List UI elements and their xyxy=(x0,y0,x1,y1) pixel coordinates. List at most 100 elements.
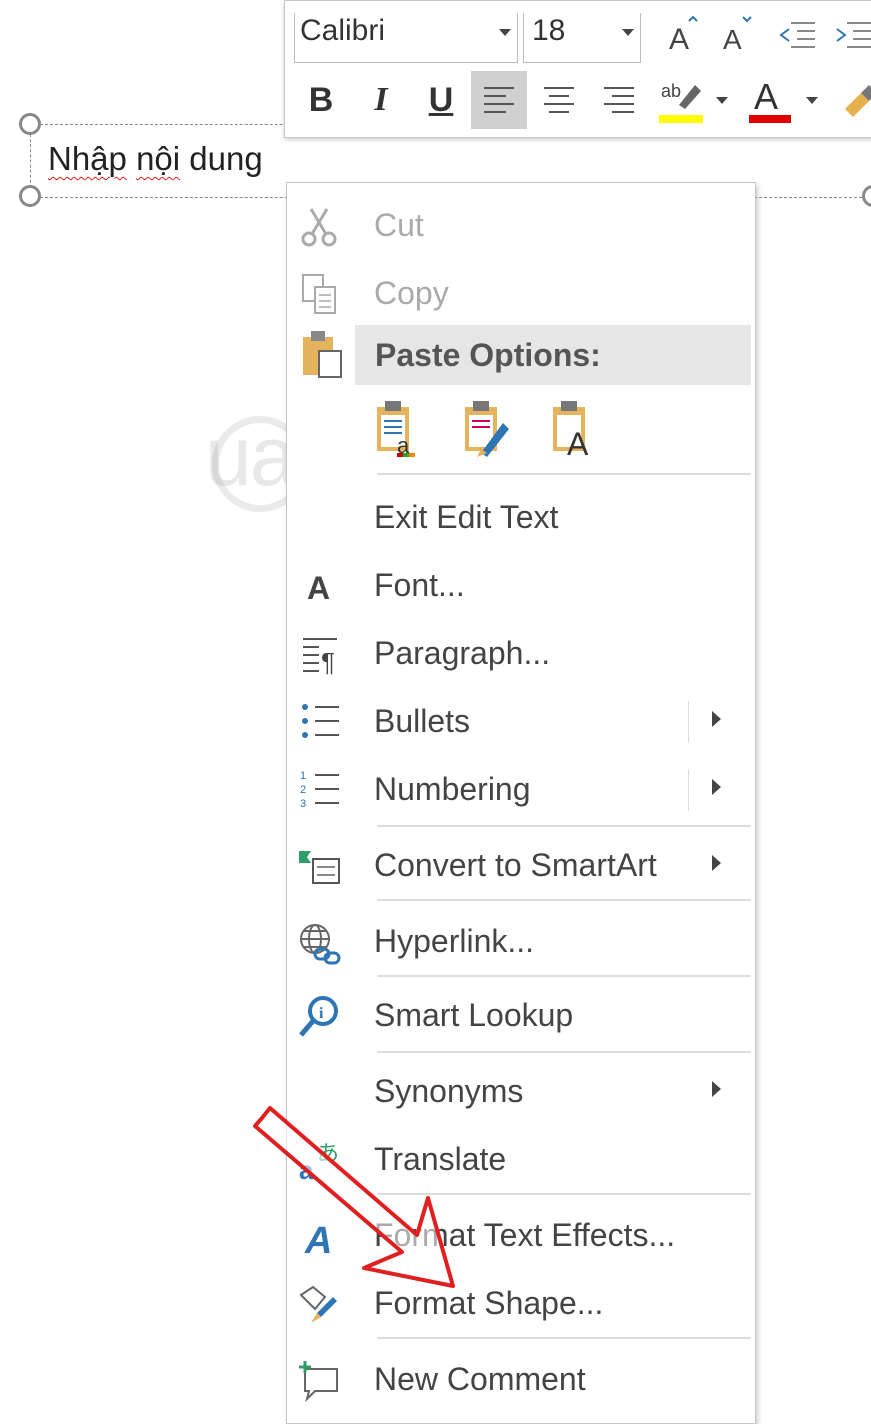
svg-text:3: 3 xyxy=(300,798,306,810)
magnifier-icon: i xyxy=(297,995,343,1039)
menu-separator xyxy=(377,1337,751,1339)
new-comment-icon xyxy=(297,1359,343,1403)
menu-item-label: Synonyms xyxy=(374,1073,524,1109)
menu-item-label: Numbering xyxy=(374,771,531,807)
align-right-button[interactable] xyxy=(591,71,647,129)
scissors-icon xyxy=(297,205,343,249)
menu-item-paragraph[interactable]: ¶ Paragraph... xyxy=(287,621,755,687)
menu-item-font[interactable]: A Font... xyxy=(287,553,755,619)
italic-button[interactable]: I xyxy=(353,71,409,129)
svg-text:2: 2 xyxy=(300,784,306,796)
resize-handle-bottom-right[interactable] xyxy=(862,185,871,207)
menu-item-copy[interactable]: Copy xyxy=(287,261,755,327)
highlight-color-button[interactable]: ab xyxy=(653,71,709,129)
smartart-icon xyxy=(297,845,343,889)
svg-text:A: A xyxy=(567,426,589,459)
menu-item-label: Format Text Effects... xyxy=(374,1217,676,1253)
submenu-arrow-icon[interactable] xyxy=(712,779,721,795)
svg-text:ab: ab xyxy=(661,81,681,101)
font-icon: A xyxy=(297,565,343,609)
chevron-down-icon xyxy=(622,29,634,36)
paste-keep-text-only-icon[interactable]: A xyxy=(547,399,603,462)
numbering-icon: 1 2 3 xyxy=(297,769,343,813)
decrease-indent-icon[interactable] xyxy=(777,15,817,55)
menu-item-label: Bullets xyxy=(374,703,471,739)
align-left-button[interactable] xyxy=(471,71,527,129)
paragraph-icon: ¶ xyxy=(297,633,343,677)
menu-item-new-comment[interactable]: New Comment xyxy=(287,1347,755,1413)
chevron-down-icon xyxy=(499,29,511,36)
menu-separator xyxy=(377,1051,751,1053)
translate-icon: aあ xyxy=(297,1139,343,1185)
menu-item-format-shape[interactable]: Format Shape... xyxy=(287,1271,755,1337)
shrink-font-icon[interactable]: A xyxy=(717,15,757,55)
svg-text:A: A xyxy=(304,1220,332,1259)
submenu-arrow-icon[interactable] xyxy=(712,711,721,727)
menu-item-format-text-effects[interactable]: A Format Text Effects... xyxy=(287,1203,755,1269)
menu-item-label: Hyperlink... xyxy=(374,923,535,959)
format-shape-icon xyxy=(297,1283,343,1327)
menu-item-bullets[interactable]: Bullets xyxy=(287,689,755,755)
menu-separator xyxy=(377,825,751,827)
svg-text:A: A xyxy=(723,24,742,55)
clipboard-icon xyxy=(299,329,345,379)
svg-text:¶: ¶ xyxy=(321,647,335,677)
submenu-arrow-icon[interactable] xyxy=(712,1081,721,1097)
resize-handle-bottom-left[interactable] xyxy=(19,185,41,207)
context-menu: Cut Copy Paste Options: a A Exit Edit Te… xyxy=(286,182,756,1424)
menu-item-label: Format Shape... xyxy=(374,1285,604,1321)
bullets-icon xyxy=(297,701,343,745)
paste-use-destination-theme-icon[interactable]: a xyxy=(371,399,427,459)
menu-separator xyxy=(377,1193,751,1195)
menu-item-label: Translate xyxy=(374,1141,507,1177)
font-color-button[interactable]: A xyxy=(741,71,797,129)
menu-item-numbering[interactable]: 1 2 3 Numbering xyxy=(287,757,755,823)
menu-item-hyperlink[interactable]: Hyperlink... xyxy=(287,909,755,975)
svg-text:A: A xyxy=(754,76,778,117)
menu-item-label: Convert to SmartArt xyxy=(374,847,657,883)
format-painter-icon[interactable] xyxy=(831,71,871,129)
svg-text:A: A xyxy=(307,570,330,606)
split-divider xyxy=(688,769,689,811)
increase-indent-icon[interactable] xyxy=(833,15,871,55)
menu-item-exit-edit-text[interactable]: Exit Edit Text xyxy=(287,485,755,551)
menu-item-label: Exit Edit Text xyxy=(374,499,559,535)
mini-toolbar: Calibri 18 A A B I U ab A xyxy=(284,0,871,138)
text-effects-icon: A xyxy=(297,1215,343,1262)
svg-text:A: A xyxy=(669,23,689,55)
menu-item-cut[interactable]: Cut xyxy=(287,193,755,259)
menu-item-smart-lookup[interactable]: i Smart Lookup xyxy=(287,983,755,1049)
menu-item-label: New Comment xyxy=(374,1361,586,1397)
svg-text:1: 1 xyxy=(300,770,306,782)
font-size-select[interactable]: 18 xyxy=(523,13,641,63)
align-center-button[interactable] xyxy=(531,71,587,129)
menu-item-label: Cut xyxy=(374,207,424,243)
split-divider xyxy=(688,701,689,743)
resize-handle-top-left[interactable] xyxy=(19,113,41,135)
menu-item-synonyms[interactable]: Synonyms xyxy=(287,1059,755,1125)
svg-text:a: a xyxy=(299,1155,314,1183)
menu-item-translate[interactable]: aあ Translate xyxy=(287,1127,755,1193)
menu-separator xyxy=(377,899,751,901)
grow-font-icon[interactable]: A xyxy=(663,15,703,56)
paste-options-label: Paste Options: xyxy=(375,337,601,373)
copy-icon xyxy=(297,273,343,317)
menu-item-label: Copy xyxy=(374,275,449,311)
menu-item-label: Paragraph... xyxy=(374,635,551,671)
menu-item-convert-smartart[interactable]: Convert to SmartArt xyxy=(287,833,755,899)
placeholder-text[interactable]: Nhập nội dung xyxy=(48,140,263,178)
svg-text:i: i xyxy=(319,1005,324,1022)
menu-item-label: Font... xyxy=(374,567,465,603)
svg-text:あ: あ xyxy=(317,1142,339,1167)
menu-separator xyxy=(377,473,751,475)
underline-button[interactable]: U xyxy=(413,71,469,129)
chevron-down-icon[interactable] xyxy=(806,97,818,104)
submenu-arrow-icon[interactable] xyxy=(712,855,721,871)
font-size-value: 18 xyxy=(532,14,566,47)
bold-button[interactable]: B xyxy=(293,71,349,129)
font-name-value: Calibri xyxy=(300,14,386,47)
chevron-down-icon[interactable] xyxy=(716,97,728,104)
paste-keep-source-formatting-icon[interactable] xyxy=(459,399,515,459)
hyperlink-globe-icon xyxy=(297,921,343,965)
font-name-select[interactable]: Calibri xyxy=(294,13,518,63)
